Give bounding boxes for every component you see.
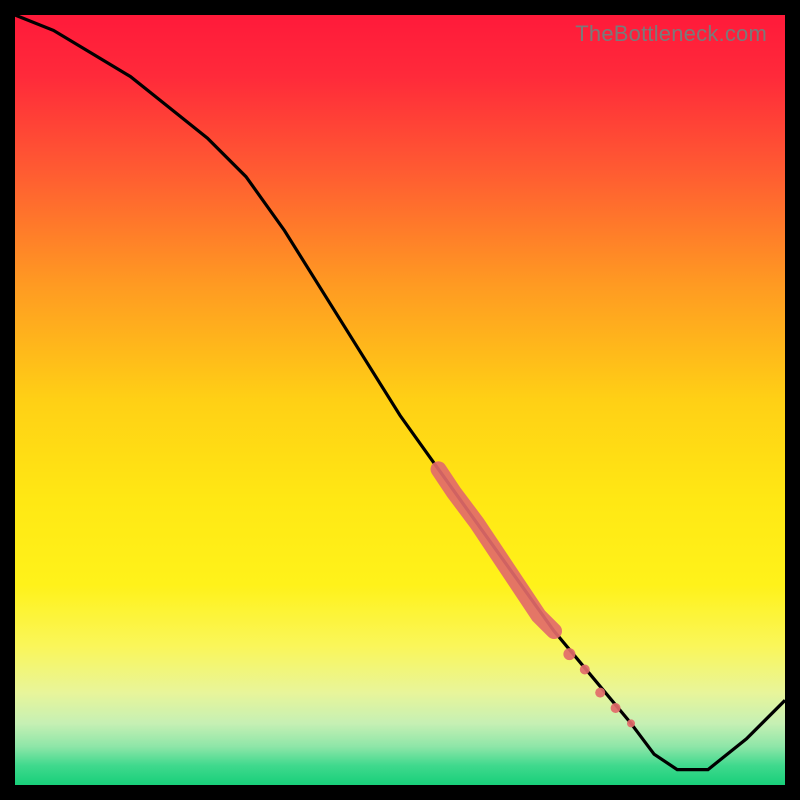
chart-svg [15, 15, 785, 785]
watermark-text: TheBottleneck.com [575, 21, 767, 47]
gradient-background [15, 15, 785, 785]
chart-frame: TheBottleneck.com [15, 15, 785, 785]
